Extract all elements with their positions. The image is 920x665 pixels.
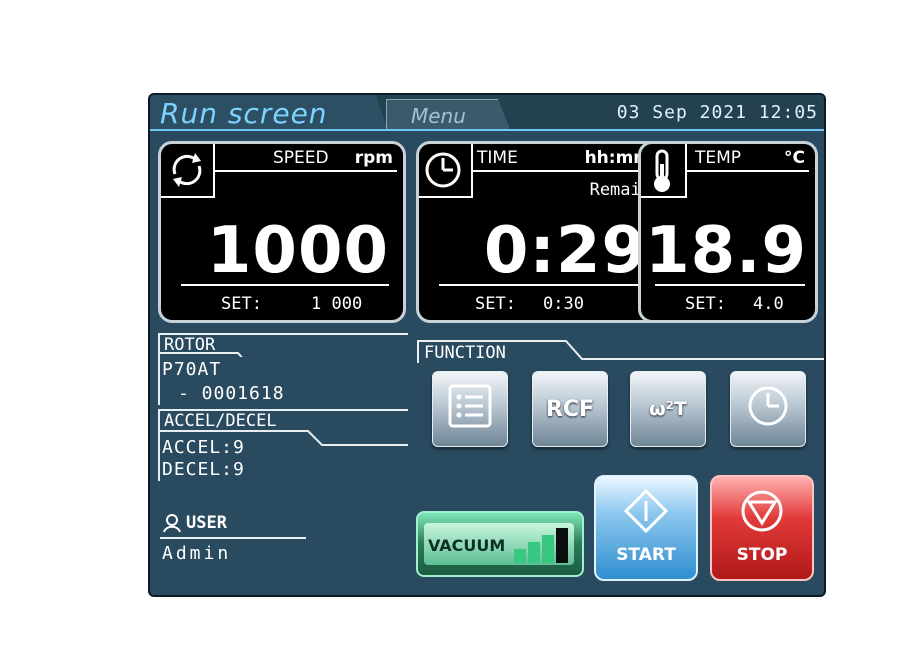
speed-unit: rpm: [354, 148, 393, 168]
temp-set-divider: [655, 284, 805, 286]
program-list-button[interactable]: [432, 371, 508, 447]
tab-menu-label: Menu: [411, 104, 466, 128]
time-set-value: 0:30: [543, 294, 584, 314]
rotor-model: P70AT: [162, 359, 222, 380]
temp-set-value: 4.0: [753, 294, 784, 314]
speed-value: 1000: [206, 214, 389, 288]
stop-icon: [739, 488, 785, 539]
vacuum-indicator[interactable]: VACUUM: [416, 511, 584, 577]
time-header-line: [471, 170, 655, 172]
vacuum-label: VACUUM: [428, 536, 506, 555]
speed-set-label: SET:: [221, 294, 262, 314]
vacuum-bar: [514, 549, 526, 563]
run-screen: Run screen Menu 03 Sep 2021 12:05 SPEED …: [148, 93, 826, 597]
speed-header-line: [213, 170, 397, 172]
decel-value: DECEL:9: [162, 459, 245, 480]
start-icon: [623, 488, 669, 539]
timer-icon: [745, 383, 791, 435]
temp-tile[interactable]: TEMP °C 18.9 SET: 4.0: [638, 141, 818, 323]
rotor-title: ROTOR: [164, 335, 216, 355]
vacuum-bar: [542, 535, 554, 563]
stop-button[interactable]: STOP: [710, 475, 814, 581]
temp-header-line: [685, 170, 809, 172]
accel-decel-title: ACCEL/DECEL: [164, 411, 277, 431]
accel-value: ACCEL:9: [162, 437, 245, 458]
timer-button[interactable]: [730, 371, 806, 447]
header-divider: [150, 129, 824, 131]
omega2t-button[interactable]: ω²T: [630, 371, 706, 447]
stop-label: STOP: [736, 545, 788, 565]
vacuum-bar: [556, 528, 568, 563]
start-button[interactable]: START: [594, 475, 698, 581]
date-time: 03 Sep 2021 12:05: [616, 102, 818, 123]
clock-icon: [419, 144, 473, 198]
user-title: USER: [186, 513, 227, 533]
speed-label: SPEED: [273, 148, 329, 168]
function-title: FUNCTION: [424, 343, 506, 363]
temp-label: TEMP: [695, 148, 742, 168]
tab-menu[interactable]: Menu: [386, 99, 510, 129]
rcf-label: RCF: [545, 396, 595, 422]
time-tile[interactable]: TIME hh:mm Remain 0:29 SET: 0:30: [416, 141, 664, 323]
time-value: 0:29: [483, 214, 647, 288]
top-bar: Run screen Menu 03 Sep 2021 12:05: [150, 95, 824, 131]
speed-set-divider: [181, 284, 389, 286]
speed-set-value: 1 000: [311, 294, 363, 314]
time-set-divider: [439, 284, 647, 286]
omega2t-label: ω²T: [649, 398, 687, 420]
vacuum-bar: [528, 542, 540, 563]
user-name: Admin: [162, 543, 232, 564]
rcf-button[interactable]: RCF: [532, 371, 608, 447]
temp-unit: °C: [784, 148, 805, 168]
tab-run-screen[interactable]: Run screen: [150, 95, 388, 131]
tab-run-screen-label: Run screen: [160, 97, 328, 130]
user-icon: [162, 513, 182, 533]
temp-set-label: SET:: [685, 294, 726, 314]
start-label: START: [616, 545, 676, 565]
time-label: TIME: [477, 148, 518, 168]
rotation-icon: [161, 144, 215, 198]
temp-value: 18.9: [645, 214, 807, 288]
rotor-serial: - 0001618: [178, 383, 285, 404]
speed-tile[interactable]: SPEED rpm 1000 SET: 1 000: [158, 141, 406, 323]
list-icon: [447, 383, 493, 435]
thermometer-icon: [641, 144, 687, 198]
user-divider: [160, 537, 306, 539]
time-set-label: SET:: [475, 294, 516, 314]
